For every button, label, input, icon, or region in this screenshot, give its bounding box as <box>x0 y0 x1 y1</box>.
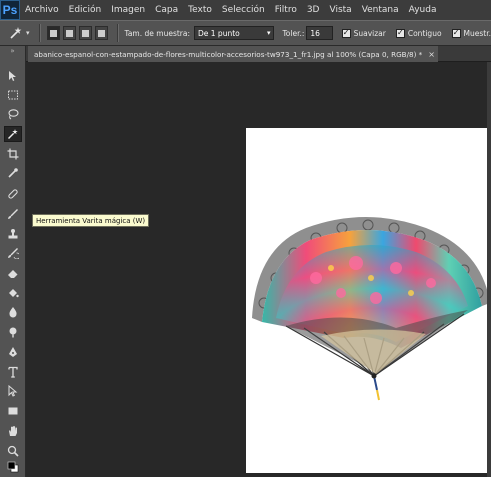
document-tab[interactable]: abanico-espanol-con-estampado-de-flores-… <box>28 46 438 62</box>
menu-ventana[interactable]: Ventana <box>357 5 404 15</box>
sample-size-value: De 1 punto <box>198 28 240 38</box>
tool-preset-picker[interactable] <box>6 23 26 43</box>
lasso-tool[interactable] <box>4 106 22 122</box>
eyedropper-icon <box>8 168 18 178</box>
eraser-icon <box>8 270 18 278</box>
blur-drop-icon <box>9 307 17 318</box>
move-tool[interactable] <box>4 68 22 84</box>
crop-icon <box>7 148 19 160</box>
document-tab-title: abanico-espanol-con-estampado-de-flores-… <box>34 49 423 59</box>
menu-vista[interactable]: Vista <box>324 5 356 15</box>
color-swatches[interactable] <box>4 459 22 475</box>
healing-brush-tool[interactable] <box>4 186 22 202</box>
menu-filtro[interactable]: Filtro <box>270 5 302 15</box>
rectangle-icon <box>8 407 18 415</box>
sample-all-label: Muestr. <box>463 28 491 38</box>
tolerance-input[interactable]: 16 <box>306 26 333 40</box>
sample-size-select[interactable]: De 1 punto ▾ <box>194 26 275 40</box>
document-tab-bar: abanico-espanol-con-estampado-de-flores-… <box>26 46 491 62</box>
close-icon[interactable]: × <box>428 50 435 59</box>
color-swatches-icon <box>7 461 19 473</box>
magic-wand-tool[interactable] <box>4 126 22 142</box>
subtract-selection-button[interactable] <box>78 26 92 40</box>
type-icon <box>8 366 18 378</box>
lasso-icon <box>8 109 19 120</box>
paint-bucket-icon <box>9 289 19 298</box>
marquee-icon <box>8 90 18 100</box>
clone-stamp-tool[interactable] <box>4 226 22 242</box>
crop-tool[interactable] <box>4 146 22 162</box>
sample-size-label: Tam. de muestra: <box>124 28 191 38</box>
antialias-checkbox[interactable]: ✓ Suavizar <box>341 28 386 38</box>
tolerance-value: 16 <box>310 28 320 38</box>
path-selection-tool[interactable] <box>4 383 22 399</box>
marquee-tool[interactable] <box>4 87 22 103</box>
rectangle-tool[interactable] <box>4 403 22 419</box>
photoshop-logo: Ps <box>0 0 20 20</box>
history-brush-tool[interactable] <box>4 245 22 261</box>
checkmark-icon: ✓ <box>395 28 405 38</box>
checkmark-icon: ✓ <box>341 28 351 38</box>
dodge-tool[interactable] <box>4 324 22 340</box>
type-tool[interactable] <box>4 364 22 380</box>
hand-icon <box>9 426 17 436</box>
intersect-selection-icon <box>97 29 105 37</box>
menu-archivo[interactable]: Archivo <box>20 5 64 15</box>
hand-tool[interactable] <box>4 423 22 439</box>
chevron-down-icon[interactable]: ▾ <box>26 29 33 37</box>
menu-seleccion[interactable]: Selección <box>217 5 270 15</box>
menu-capa[interactable]: Capa <box>150 5 183 15</box>
brush-icon <box>8 209 18 219</box>
zoom-tool[interactable] <box>4 443 22 459</box>
chevron-down-icon: ▾ <box>266 29 271 37</box>
menu-texto[interactable]: Texto <box>183 5 217 15</box>
divider <box>116 24 119 42</box>
tolerance-label: Toler.: <box>282 28 305 38</box>
antialias-label: Suavizar <box>353 28 386 38</box>
sample-all-layers-checkbox[interactable]: ✓ Muestr. <box>451 28 491 38</box>
history-brush-icon <box>8 248 19 259</box>
magic-wand-icon <box>8 129 18 139</box>
tooltip: Herramienta Varita mágica (W) <box>32 214 150 227</box>
add-selection-icon <box>65 29 73 37</box>
move-icon <box>9 71 16 81</box>
divider <box>39 24 42 42</box>
zoom-icon <box>7 445 19 457</box>
intersect-selection-button[interactable] <box>94 26 108 40</box>
subtract-selection-icon <box>81 29 89 37</box>
add-selection-button[interactable] <box>62 26 76 40</box>
tools-panel: » <box>0 46 26 477</box>
menu-ayuda[interactable]: Ayuda <box>404 5 442 15</box>
paint-bucket-tool[interactable] <box>4 285 22 301</box>
eraser-tool[interactable] <box>4 265 22 281</box>
pen-tool[interactable] <box>4 344 22 360</box>
pen-icon <box>9 347 17 357</box>
dodge-icon <box>9 327 17 338</box>
new-selection-button[interactable] <box>47 26 60 40</box>
stamp-icon <box>8 229 18 239</box>
path-selection-icon <box>8 385 18 397</box>
vertical-scrollbar[interactable] <box>487 62 491 477</box>
blur-tool[interactable] <box>4 304 22 320</box>
menu-edicion[interactable]: Edición <box>64 5 107 15</box>
menu-3d[interactable]: 3D <box>302 5 325 15</box>
eyedropper-tool[interactable] <box>4 165 22 181</box>
checkmark-icon: ✓ <box>451 28 461 38</box>
workspace: Herramienta Varita mágica (W) <box>26 62 491 477</box>
magic-wand-icon <box>10 27 22 39</box>
new-selection-icon <box>50 29 58 37</box>
panel-collapse-icon[interactable]: » <box>0 46 25 56</box>
contiguous-label: Contiguo <box>407 28 442 38</box>
bandage-icon <box>8 189 18 199</box>
options-bar: ▾ Tam. de muestra: De 1 punto ▾ Toler.: … <box>0 20 491 46</box>
menu-imagen[interactable]: Imagen <box>106 5 150 15</box>
menu-bar: Ps Archivo Edición Imagen Capa Texto Sel… <box>0 0 491 20</box>
contiguous-checkbox[interactable]: ✓ Contiguo <box>395 28 442 38</box>
document-canvas[interactable] <box>246 128 490 473</box>
hand-fan-image <box>252 217 490 401</box>
brush-tool[interactable] <box>4 206 22 222</box>
